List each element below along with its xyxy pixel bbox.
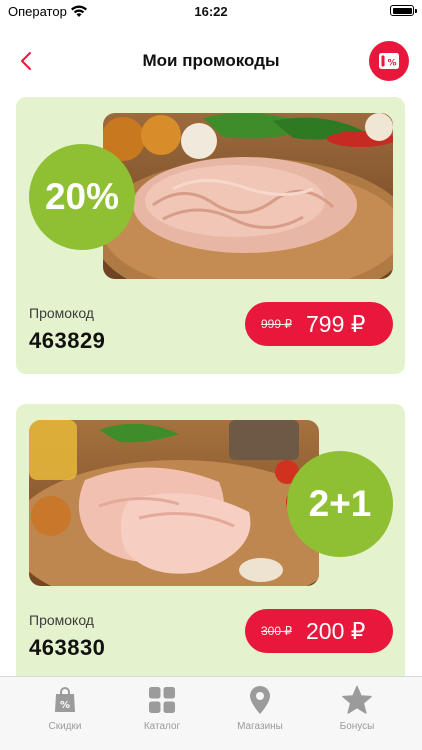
minced-meat-photo: [103, 113, 393, 279]
grid-icon: [149, 687, 175, 713]
promo-code-label: Промокод: [29, 612, 94, 628]
tab-discounts[interactable]: % Скидки: [15, 685, 115, 732]
svg-text:%: %: [387, 59, 396, 69]
shopping-bag-percent-icon: %: [55, 687, 75, 712]
promo-code-value: 463829: [29, 328, 106, 353]
price-button[interactable]: 300 ₽ 200 ₽: [245, 609, 393, 653]
chicken-fillet-photo: [29, 420, 319, 586]
tab-stores[interactable]: Магазины: [210, 685, 310, 732]
tab-catalog[interactable]: Каталог: [112, 685, 212, 732]
old-price: 999 ₽: [261, 317, 292, 331]
tab-label: Бонусы: [339, 721, 375, 732]
promo-code-value: 463830: [29, 635, 106, 660]
new-price: 200 ₽: [306, 617, 366, 644]
price-button[interactable]: 999 ₽ 799 ₽: [245, 302, 393, 346]
new-price: 799 ₽: [306, 310, 366, 337]
tab-label: Магазины: [237, 721, 283, 732]
promo-code-button[interactable]: %: [369, 41, 409, 81]
discount-badge: 20%: [29, 144, 135, 250]
discount-badge: 2+1: [287, 451, 393, 557]
old-price: 300 ₽: [261, 624, 292, 638]
tab-label: Каталог: [143, 721, 181, 732]
promo-code-label: Промокод: [29, 305, 94, 321]
promo-ticket-icon: %: [379, 53, 399, 69]
page-title: Мои промокоды: [142, 51, 280, 70]
clock: 16:22: [194, 4, 228, 19]
tab-label: Скидки: [48, 721, 82, 732]
svg-text:%: %: [60, 700, 70, 711]
location-pin-icon: [250, 686, 270, 714]
tab-bonuses[interactable]: Бонусы: [307, 685, 407, 732]
promo-card[interactable]: 2+1 Промокод 463830 300 ₽ 200 ₽: [16, 404, 405, 704]
tab-bar: % Скидки Каталог Магазины Бонусы: [0, 676, 422, 750]
star-icon: [342, 685, 372, 714]
status-bar: Оператор 16:22: [0, 0, 422, 24]
navigation-bar: Мои промокоды %: [0, 38, 422, 84]
battery-icon: [390, 5, 417, 16]
promo-card[interactable]: 20% Промокод 463829 999 ₽ 799 ₽: [16, 97, 405, 374]
